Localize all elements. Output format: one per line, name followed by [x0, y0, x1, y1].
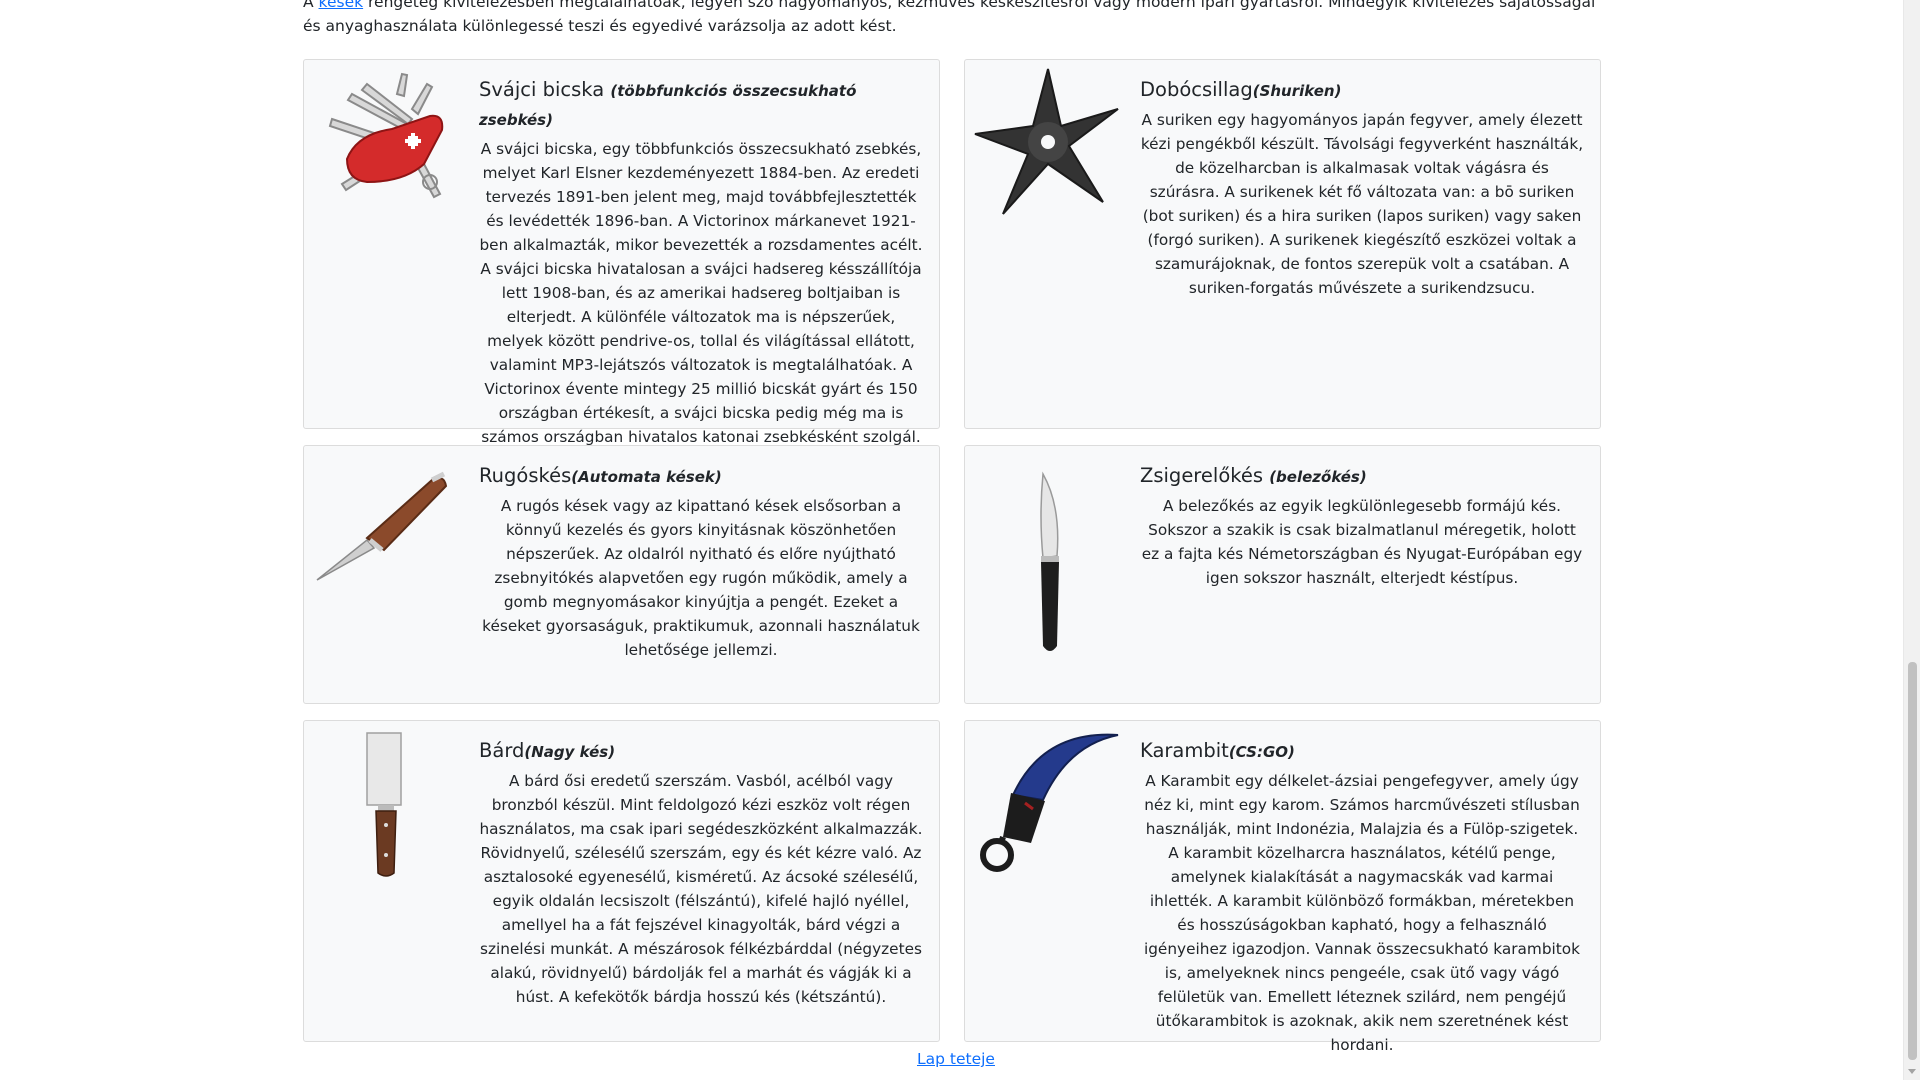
knife-card-shuriken: Dobócsillag(Shuriken) A suriken egy hagy… — [964, 59, 1601, 429]
card-title: Zsigerelőkés (belezőkés) — [1140, 464, 1367, 487]
card-title: Svájci bicska (többfunkciós összecsukhat… — [479, 78, 857, 129]
knife-card-switchblade: Rugóskés(Automata kések) A rugós kések v… — [303, 445, 940, 704]
intro-text: rengeteg kivitelezésben megtalálhatóak, … — [303, 0, 1596, 35]
shuriken-icon — [973, 64, 1123, 224]
card-subtitle: (CS:GO) — [1228, 743, 1295, 761]
card-subtitle: (Nagy kés) — [524, 743, 616, 761]
swiss-army-knife-icon — [312, 64, 462, 224]
card-title: Karambit(CS:GO) — [1140, 739, 1295, 762]
card-text: A svájci bicska, egy többfunkciós összec… — [479, 140, 923, 446]
card-text: A rugós kések vagy az kipattanó kések el… — [482, 497, 920, 659]
card-text: A belezőkés az egyik legkülönlegesebb fo… — [1141, 497, 1583, 587]
card-title: Rugóskés(Automata kések) — [479, 464, 722, 487]
knife-card-swiss: Svájci bicska (többfunkciós összecsukhat… — [303, 59, 940, 446]
switchblade-icon — [312, 450, 462, 610]
knives-link[interactable]: kések — [319, 0, 364, 11]
card-title: Bárd(Nagy kés) — [479, 739, 616, 762]
cleaver-icon — [312, 725, 462, 885]
card-subtitle: (belezőkés) — [1269, 468, 1367, 486]
back-to-top-link[interactable]: Lap teteje — [917, 1050, 995, 1068]
knife-card-karambit: Karambit(CS:GO) A Karambit egy délkelet-… — [964, 720, 1601, 1054]
card-text: A bárd ősi eredetű szerszám. Vasból, acé… — [479, 772, 923, 1006]
intro-paragraph: A kések rengeteg kivitelezésben megtalál… — [303, 0, 1603, 38]
scroll-down-arrow-icon[interactable] — [1908, 1069, 1916, 1074]
knife-card-cleaver: Bárd(Nagy kés) A bárd ősi eredetű szersz… — [303, 720, 940, 1042]
karambit-icon — [973, 725, 1123, 885]
card-subtitle: (Shuriken) — [1252, 82, 1342, 100]
card-text: A suriken egy hagyományos japán fegyver,… — [1140, 111, 1584, 297]
card-subtitle: (Automata kések) — [571, 468, 722, 486]
card-title: Dobócsillag(Shuriken) — [1140, 78, 1342, 101]
knife-card-boning: Zsigerelőkés (belezőkés) A belezőkés az … — [964, 445, 1601, 704]
scrollbar-thumb[interactable] — [1908, 662, 1917, 1060]
page-scrollbar[interactable] — [1903, 0, 1920, 1080]
card-text: A Karambit egy délkelet-ázsiai pengefegy… — [1143, 772, 1581, 1054]
intro-prefix: A — [303, 0, 319, 11]
boning-knife-icon — [973, 466, 1123, 666]
